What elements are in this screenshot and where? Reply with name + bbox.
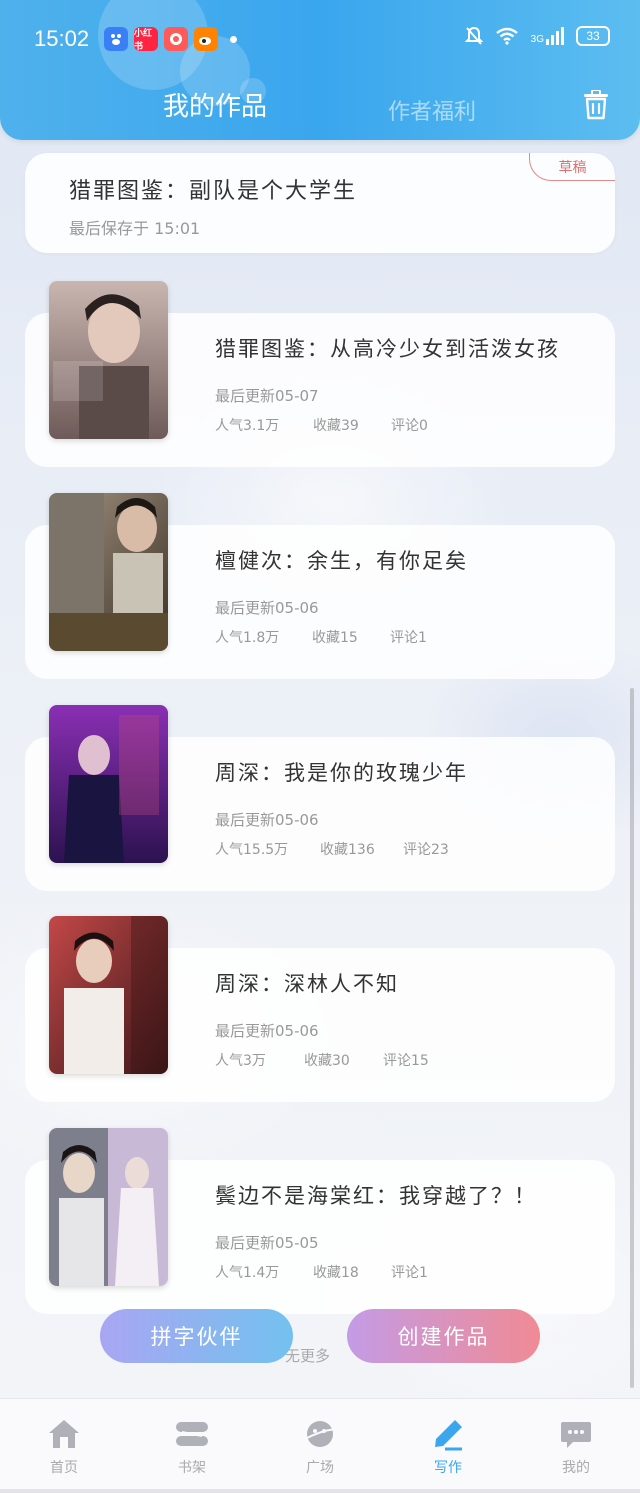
- nav-label: 书架: [178, 1460, 206, 1476]
- writing-partner-button[interactable]: 拼字伙伴: [100, 1309, 293, 1363]
- planet-icon: [302, 1417, 338, 1451]
- draft-badge: 草稿: [529, 153, 615, 181]
- work-comments: 评论15: [383, 1053, 429, 1069]
- more-notifications-dot: [230, 35, 237, 43]
- work-updated: 最后更新05-06: [215, 599, 319, 617]
- bookshelf-icon: [174, 1417, 210, 1451]
- trash-icon[interactable]: [582, 90, 610, 120]
- scrollbar[interactable]: [630, 688, 634, 1388]
- work-item[interactable]: 猎罪图鉴：从高冷少女到活泼女孩 最后更新05-07 人气3.1万 收藏39 评论…: [0, 281, 640, 471]
- work-item[interactable]: 周深：深林人不知 最后更新05-06 人气3万 收藏30 评论15: [0, 916, 640, 1106]
- work-updated: 最后更新05-07: [215, 387, 319, 405]
- work-cover[interactable]: [49, 281, 168, 439]
- home-icon: [46, 1417, 82, 1451]
- nav-item-plaza[interactable]: 广场: [285, 1417, 355, 1477]
- work-item[interactable]: 檀健次：余生，有你足矣 最后更新05-06 人气1.8万 收藏15 评论1: [0, 493, 640, 683]
- status-time: 15:02: [34, 26, 90, 51]
- work-favorites: 收藏15: [312, 630, 358, 646]
- header: 15:02 小红书 3G 33 我的作品 作者福利: [0, 0, 640, 140]
- work-favorites: 收藏136: [320, 842, 375, 858]
- status-right: 3G 33: [464, 26, 610, 46]
- tab-author-benefits[interactable]: 作者福利: [388, 94, 476, 126]
- work-stats: 人气1.8万 收藏15 评论1: [215, 627, 427, 647]
- wifi-icon: [495, 27, 518, 45]
- bottom-nav: 首页 书架 广场 写作 我的: [0, 1398, 640, 1493]
- work-updated: 最后更新05-05: [215, 1234, 319, 1252]
- chat-bubble-icon: [558, 1417, 594, 1451]
- work-favorites: 收藏18: [313, 1265, 359, 1281]
- work-item[interactable]: 鬓边不是海棠红：我穿越了？！ 最后更新05-05 人气1.4万 收藏18 评论1: [0, 1128, 640, 1318]
- work-stats: 人气3.1万 收藏39 评论0: [215, 415, 428, 435]
- work-stats: 人气3万 收藏30 评论15: [215, 1050, 429, 1070]
- draft-saved-time: 最后保存于 15:01: [69, 219, 201, 238]
- work-popularity: 人气1.8万: [215, 630, 280, 646]
- work-comments: 评论1: [390, 630, 427, 646]
- work-updated: 最后更新05-06: [215, 811, 319, 829]
- draft-title: 猎罪图鉴：副队是个大学生: [69, 179, 358, 204]
- work-item[interactable]: 周深：我是你的玫瑰少年 最后更新05-06 人气15.5万 收藏136 评论23: [0, 705, 640, 895]
- work-comments: 评论0: [391, 418, 428, 434]
- no-more-label: 无更多: [285, 1347, 331, 1365]
- battery-indicator: 33: [576, 26, 610, 46]
- work-popularity: 人气1.4万: [215, 1265, 280, 1281]
- work-popularity: 人气3万: [215, 1053, 266, 1069]
- work-cover[interactable]: [49, 1128, 168, 1286]
- work-updated: 最后更新05-06: [215, 1022, 319, 1040]
- work-cover[interactable]: [49, 916, 168, 1074]
- status-bar: 15:02 小红书 3G 33: [0, 0, 640, 78]
- work-title: 鬓边不是海棠红：我穿越了？！: [215, 1184, 537, 1208]
- cell-signal-icon: 3G: [531, 27, 564, 45]
- xiaohongshu-icon: 小红书: [134, 27, 158, 52]
- home-indicator: [0, 1489, 640, 1493]
- work-title: 猎罪图鉴：从高冷少女到活泼女孩: [215, 337, 560, 361]
- notification-apps: 小红书: [104, 27, 237, 52]
- work-comments: 评论23: [403, 842, 449, 858]
- nav-item-home[interactable]: 首页: [29, 1417, 99, 1477]
- baidu-icon: [104, 27, 128, 51]
- nav-label: 广场: [306, 1460, 334, 1476]
- network-type: 3G: [530, 34, 544, 45]
- work-cover[interactable]: [49, 493, 168, 651]
- create-work-button[interactable]: 创建作品: [347, 1309, 540, 1363]
- work-title: 檀健次：余生，有你足矣: [215, 549, 468, 573]
- work-favorites: 收藏39: [313, 418, 359, 434]
- draft-card[interactable]: 猎罪图鉴：副队是个大学生 最后保存于 15:01 草稿: [25, 153, 615, 253]
- tab-my-works[interactable]: 我的作品: [163, 86, 267, 123]
- work-favorites: 收藏30: [304, 1053, 350, 1069]
- pen-icon: [430, 1417, 466, 1451]
- work-popularity: 人气15.5万: [215, 842, 289, 858]
- work-cover[interactable]: [49, 705, 168, 863]
- work-popularity: 人气3.1万: [215, 418, 280, 434]
- work-comments: 评论1: [391, 1265, 428, 1281]
- xiaohongshu-label: 小红书: [134, 29, 153, 52]
- nav-item-bookshelf[interactable]: 书架: [157, 1417, 227, 1477]
- nav-item-writing[interactable]: 写作: [413, 1417, 483, 1477]
- nav-label: 写作: [434, 1460, 462, 1476]
- app-icon: [164, 27, 188, 51]
- bell-muted-icon: [464, 26, 483, 45]
- nav-item-mine[interactable]: 我的: [541, 1417, 611, 1477]
- work-stats: 人气1.4万 收藏18 评论1: [215, 1262, 428, 1282]
- work-title: 周深：我是你的玫瑰少年: [215, 761, 468, 785]
- tab-bar: 我的作品 作者福利: [0, 86, 640, 126]
- nav-label: 我的: [562, 1460, 590, 1476]
- work-stats: 人气15.5万 收藏136 评论23: [215, 839, 449, 859]
- weibo-icon: [194, 27, 218, 51]
- nav-label: 首页: [50, 1460, 78, 1476]
- work-title: 周深：深林人不知: [215, 972, 399, 996]
